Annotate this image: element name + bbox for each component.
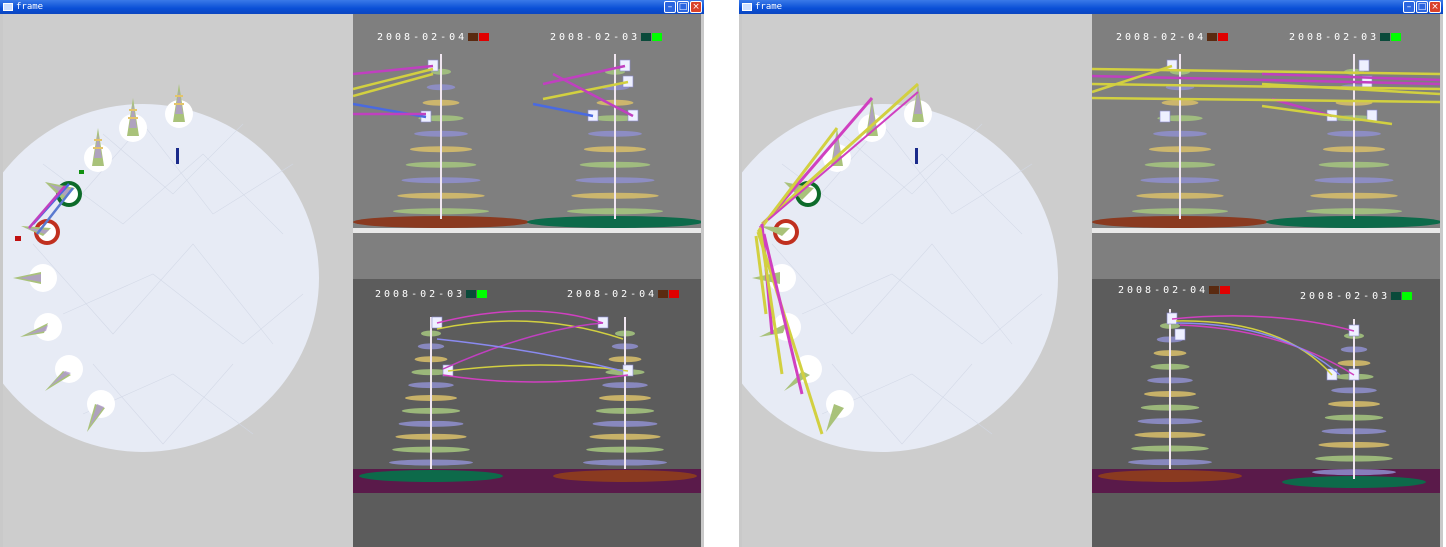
server-icon [1159, 110, 1171, 123]
maximize-button[interactable]: □ [677, 1, 689, 13]
link-bundle [1092, 64, 1440, 126]
radial-view[interactable] [3, 14, 353, 547]
window-title: frame [16, 2, 44, 12]
app-icon [742, 3, 752, 11]
comparison-panel-bottom[interactable]: 2008-02-03 2008-02-04 [353, 279, 701, 547]
minimize-button[interactable]: – [664, 1, 676, 13]
server-icon [1366, 109, 1378, 122]
server-icon [1174, 328, 1186, 341]
link-bundle [436, 310, 629, 383]
blue-marker [915, 148, 918, 164]
title-bar[interactable]: frame – □ × [739, 0, 1443, 14]
tower-view [1092, 309, 1440, 493]
frame-window-2: frame – □ × 2008-02-04 2008-02-03 2008-0… [739, 0, 1443, 547]
red-marker [15, 236, 21, 241]
base-strip [353, 228, 701, 233]
close-button[interactable]: × [690, 1, 702, 13]
render-canvas[interactable]: 2008-02-04 2008-02-03 2008-02-03 2008-02… [3, 14, 701, 547]
frame-window-1: frame – □ × 2008-02-04 2008-02-03 2008-0… [0, 0, 704, 547]
link-bundle [353, 64, 634, 119]
minimize-button[interactable]: – [1403, 1, 1415, 13]
radial-view[interactable] [742, 14, 1092, 547]
blue-marker [176, 148, 179, 164]
base-disc [359, 470, 503, 482]
tower-view [353, 310, 701, 493]
server-icon [1358, 59, 1370, 72]
app-icon [3, 3, 13, 11]
base-disc [553, 470, 697, 482]
maximize-button[interactable]: □ [1416, 1, 1428, 13]
green-marker [79, 170, 84, 174]
render-canvas[interactable]: 2008-02-04 2008-02-03 2008-02-04 2008-02… [742, 14, 1440, 547]
title-bar[interactable]: frame – □ × [0, 0, 704, 14]
comparison-panel-top[interactable]: 2008-02-04 2008-02-03 [353, 14, 701, 279]
close-button[interactable]: × [1429, 1, 1441, 13]
base-disc [1098, 470, 1242, 482]
comparison-panel-top[interactable]: 2008-02-04 2008-02-03 [1092, 14, 1440, 279]
window-title: frame [755, 2, 783, 12]
tower-view [1092, 54, 1440, 233]
comparison-panel-bottom[interactable]: 2008-02-04 2008-02-03 [1092, 279, 1440, 547]
base-strip [1092, 228, 1440, 233]
tower-view [353, 54, 701, 233]
link-bundle [1171, 315, 1355, 376]
